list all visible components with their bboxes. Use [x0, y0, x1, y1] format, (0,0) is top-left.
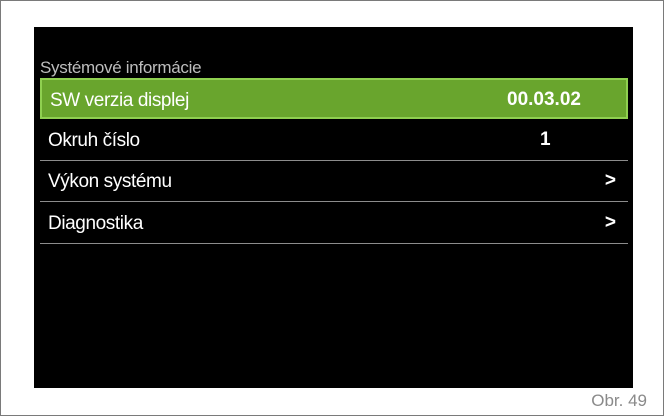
circuit-number-value: 1	[540, 129, 551, 150]
menu-title: Systémové informácie	[40, 58, 202, 77]
sw-version-value: 00.03.02	[507, 89, 581, 110]
menu-item-label: SW verzia displej	[50, 90, 189, 111]
chevron-right-icon: >	[604, 212, 616, 233]
menu-item-label: Diagnostika	[48, 213, 143, 234]
figure-frame: Systémové informácie SW verzia displej 0…	[0, 0, 664, 416]
device-screen: Systémové informácie SW verzia displej 0…	[34, 27, 633, 388]
menu-item-label: Výkon systému	[48, 171, 172, 192]
chevron-right-icon: >	[604, 170, 616, 191]
menu-item-system-power[interactable]: Výkon systému >	[40, 161, 628, 202]
menu-item-circuit-number[interactable]: Okruh číslo 1	[40, 120, 628, 161]
figure-label: Obr. 49	[591, 391, 647, 410]
menu-item-sw-version[interactable]: SW verzia displej 00.03.02	[40, 78, 628, 119]
menu-item-label: Okruh číslo	[48, 130, 140, 151]
menu-item-diagnostics[interactable]: Diagnostika >	[40, 203, 628, 244]
